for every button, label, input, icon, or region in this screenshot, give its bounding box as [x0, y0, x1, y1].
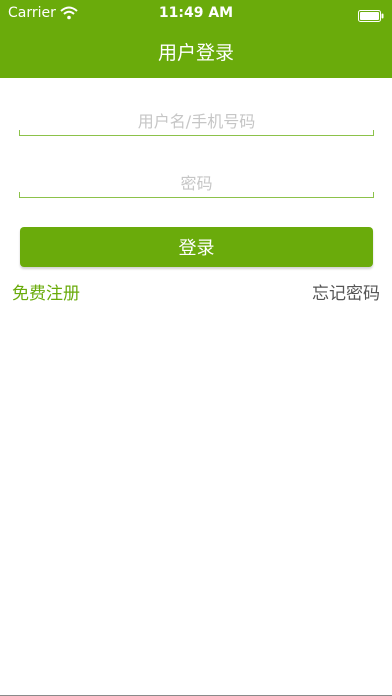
clock-label: 11:49 AM	[158, 5, 234, 21]
battery-icon	[358, 7, 384, 22]
login-screen: Carrier 11:49 AM 用户登录 用户名/手机号码 登录 免费注册 忘…	[0, 0, 392, 696]
password-input[interactable]	[19, 168, 374, 198]
login-button[interactable]: 登录	[20, 227, 373, 267]
header-bar: Carrier 11:49 AM 用户登录	[0, 0, 392, 78]
page-title: 用户登录	[157, 42, 234, 64]
password-field-container	[19, 168, 374, 198]
status-bar: Carrier 11:49 AM	[0, 0, 392, 28]
register-link[interactable]: 免费注册	[12, 283, 80, 305]
username-field-container	[19, 106, 374, 136]
username-input[interactable]	[19, 106, 374, 136]
forgot-password-link[interactable]: 忘记密码	[312, 283, 380, 305]
